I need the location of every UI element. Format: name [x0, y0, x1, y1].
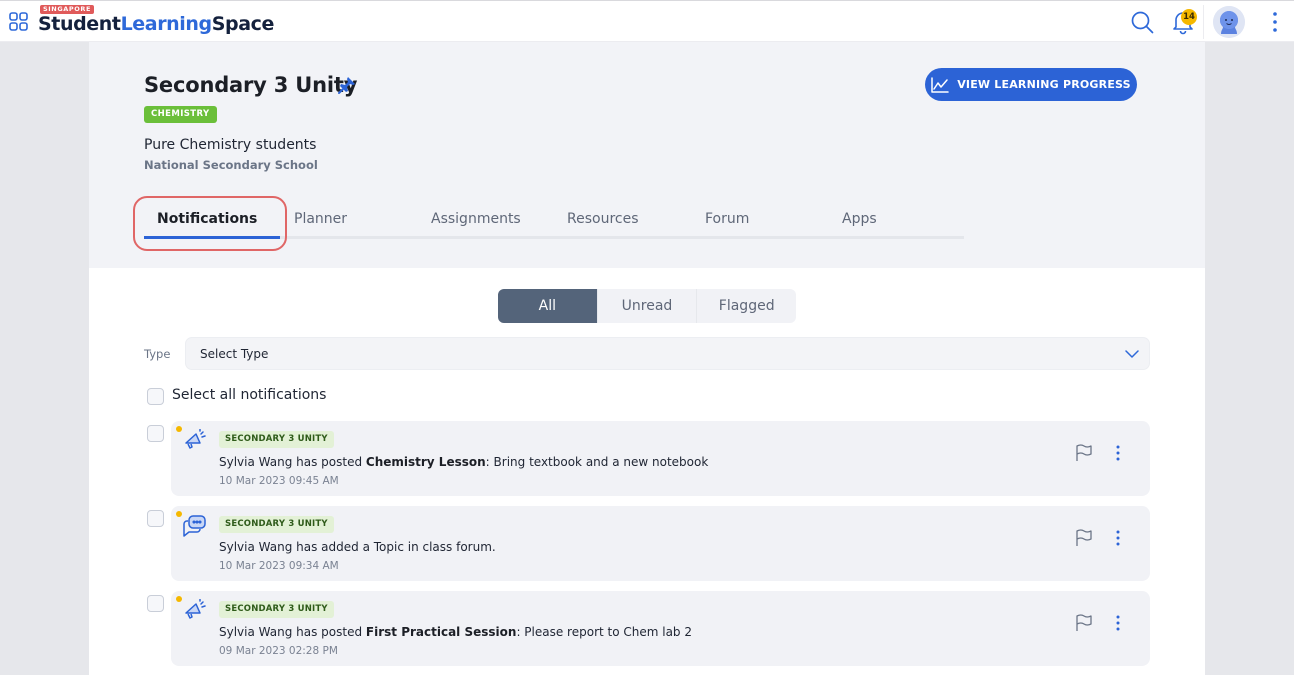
- message-prefix: Sylvia Wang has posted: [219, 455, 366, 469]
- select-all-checkbox[interactable]: [147, 388, 164, 405]
- unread-indicator: [176, 596, 182, 602]
- tab-assignments[interactable]: Assignments: [420, 200, 556, 240]
- notification-message: Sylvia Wang has added a Topic in class f…: [219, 540, 496, 554]
- logo-wordmark: StudentLearningSpace: [38, 13, 274, 35]
- subject-badge: CHEMISTRY: [144, 106, 217, 123]
- tab-label: Apps: [842, 211, 877, 227]
- type-select-dropdown[interactable]: Select Type: [185, 337, 1150, 370]
- tab-apps[interactable]: Apps: [828, 200, 964, 240]
- message-title: First Practical Session: [365, 625, 517, 639]
- select-all-label[interactable]: Select all notifications: [172, 387, 326, 403]
- message-suffix: : Please report to Chem lab 2: [516, 625, 693, 639]
- tab-planner[interactable]: Planner: [282, 200, 418, 240]
- unread-indicator: [176, 426, 182, 432]
- notification-message: Sylvia Wang has posted First Practical S…: [219, 625, 692, 639]
- notification-checkbox[interactable]: [147, 595, 164, 612]
- more-options-icon[interactable]: [1111, 443, 1125, 463]
- notification-count-badge: 14: [1181, 9, 1197, 25]
- tab-highlight-outline: [133, 196, 287, 251]
- tab-forum[interactable]: Forum: [692, 200, 828, 240]
- logo-word-learning: Learning: [120, 13, 213, 35]
- notification-item[interactable]: SECONDARY 3 UNITY Sylvia Wang has posted…: [171, 591, 1150, 666]
- school-name: National Secondary School: [144, 158, 318, 172]
- notification-filter-segmented: All Unread Flagged: [498, 289, 796, 323]
- class-description: Pure Chemistry students: [144, 137, 317, 153]
- megaphone-icon: [185, 429, 206, 449]
- filter-all-button[interactable]: All: [498, 289, 597, 323]
- tab-resources[interactable]: Resources: [556, 200, 692, 240]
- flag-icon[interactable]: [1074, 528, 1094, 548]
- tab-label: Resources: [567, 211, 639, 227]
- notification-timestamp: 10 Mar 2023 09:34 AM: [219, 560, 339, 572]
- view-learning-progress-button[interactable]: VIEW LEARNING PROGRESS: [925, 68, 1137, 101]
- class-page: Secondary 3 Unity CHEMISTRY Pure Chemist…: [89, 42, 1205, 675]
- message-prefix: Sylvia Wang has posted: [219, 625, 366, 639]
- tab-label: Planner: [294, 211, 348, 227]
- more-options-icon[interactable]: [1111, 613, 1125, 633]
- class-tag: SECONDARY 3 UNITY: [219, 516, 334, 533]
- class-header: Secondary 3 Unity CHEMISTRY Pure Chemist…: [89, 42, 1205, 268]
- notification-checkbox[interactable]: [147, 425, 164, 442]
- search-icon[interactable]: [1130, 10, 1154, 34]
- notification-timestamp: 09 Mar 2023 02:28 PM: [219, 645, 338, 657]
- view-learning-progress-label: VIEW LEARNING PROGRESS: [957, 78, 1131, 91]
- flag-icon[interactable]: [1074, 443, 1094, 463]
- logo-word-space: Space: [211, 13, 275, 35]
- avatar[interactable]: [1213, 6, 1245, 38]
- notification-timestamp: 10 Mar 2023 09:45 AM: [219, 475, 339, 487]
- class-tag: SECONDARY 3 UNITY: [219, 601, 334, 618]
- notification-item[interactable]: SECONDARY 3 UNITY Sylvia Wang has added …: [171, 506, 1150, 581]
- line-chart-icon: [931, 76, 949, 93]
- tab-label: Assignments: [431, 211, 521, 227]
- filter-flagged-button[interactable]: Flagged: [696, 289, 796, 323]
- chevron-down-icon: [1125, 350, 1139, 358]
- megaphone-icon: [185, 599, 206, 619]
- class-tag: SECONDARY 3 UNITY: [219, 431, 334, 448]
- flag-icon[interactable]: [1074, 613, 1094, 633]
- chat-bubbles-icon: [183, 515, 206, 537]
- notification-message: Sylvia Wang has posted Chemistry Lesson:…: [219, 455, 708, 469]
- logo-word-student: Student: [38, 13, 121, 35]
- filter-unread-button[interactable]: Unread: [596, 289, 697, 323]
- top-navigation-bar: SINGAPORE StudentLearningSpace 14: [0, 0, 1294, 42]
- apps-grid-icon[interactable]: [9, 12, 28, 31]
- notification-item[interactable]: SECONDARY 3 UNITY Sylvia Wang has posted…: [171, 421, 1150, 496]
- message-title: Chemistry Lesson: [365, 455, 486, 469]
- tab-label: Forum: [705, 211, 750, 227]
- more-options-icon[interactable]: [1111, 528, 1125, 548]
- message-prefix: Sylvia Wang has added a Topic in class f…: [219, 540, 496, 554]
- more-vertical-icon[interactable]: [1266, 11, 1284, 33]
- unread-indicator: [176, 511, 182, 517]
- notification-checkbox[interactable]: [147, 510, 164, 527]
- header-divider: [1203, 5, 1204, 39]
- class-title: Secondary 3 Unity: [144, 73, 358, 97]
- pin-icon[interactable]: [338, 76, 356, 94]
- type-select-value: Select Type: [200, 347, 269, 361]
- type-filter-label: Type: [144, 347, 171, 361]
- message-suffix: : Bring textbook and a new notebook: [485, 455, 709, 469]
